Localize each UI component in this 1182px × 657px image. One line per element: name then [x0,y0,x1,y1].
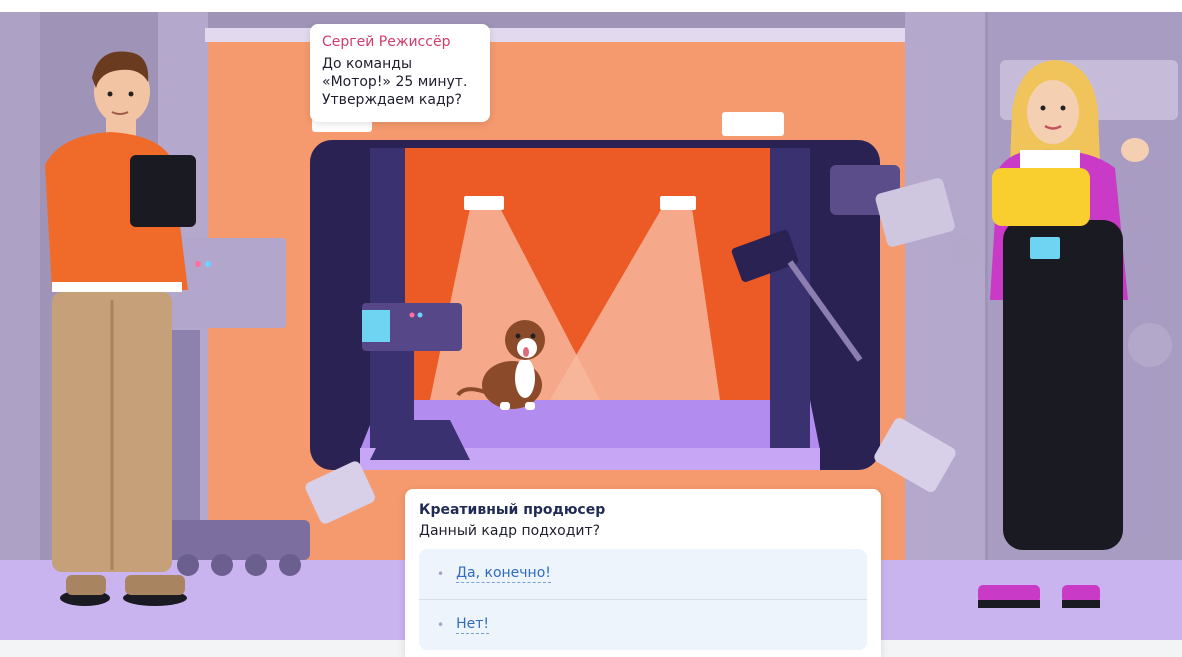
director-speech-bubble: Сергей Режиссёр До команды «Мотор!» 25 м… [310,24,490,122]
answer-option-label[interactable]: Да, конечно! [456,565,551,583]
producer-tablet [992,168,1090,226]
tablet [130,155,196,227]
speaker-name: Сергей Режиссёр [322,34,451,50]
bullet-icon: • [437,618,445,632]
speaker-name: Креативный продюсер [419,502,606,518]
answer-options: • Да, конечно! • Нет! [419,549,867,650]
speech-text: До команды «Мотор!» 25 минут. Утверждаем… [322,56,468,108]
answer-option-label[interactable]: Нет! [456,616,489,634]
question-text: Данный кадр подходит? [419,523,601,539]
ceiling-lamp [722,112,784,136]
answer-option-no[interactable]: • Нет! [419,599,867,650]
dialogue-choice-panel: Креативный продюсер Данный кадр подходит… [405,489,881,657]
bullet-icon: • [437,567,445,581]
answer-option-yes[interactable]: • Да, конечно! [419,549,867,599]
